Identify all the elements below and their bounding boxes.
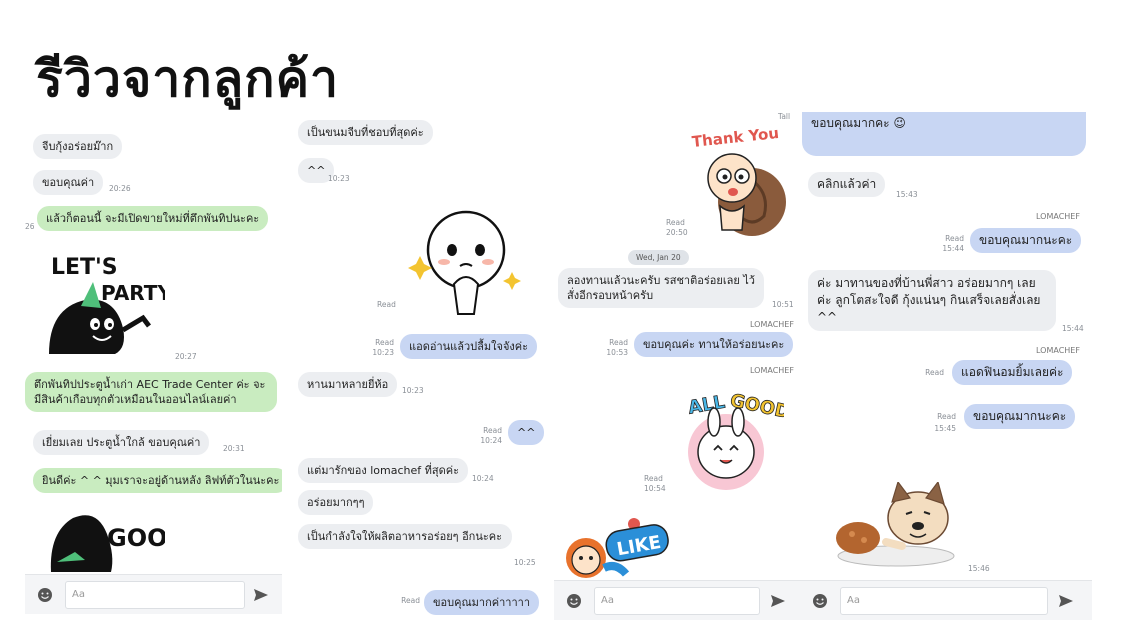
date-separator: Wed, Jan 20: [628, 250, 689, 265]
message-time: 20:31: [223, 444, 245, 453]
svg-text:PARTY: PARTY: [101, 281, 165, 305]
sticker-text: LET'S: [51, 255, 118, 280]
french-bulldog-sticker: [826, 480, 956, 570]
message-input[interactable]: Aa: [594, 587, 760, 615]
chat-panel-3: Tall Thank You Read 20:50 Wed, Jan 20 ลอ…: [554, 112, 800, 620]
message-time: 15:45: [934, 424, 956, 433]
read-status: Read: [666, 218, 685, 227]
message-bubble: คลิกแล้วค่า: [808, 172, 886, 197]
chat-panel-4: ขอบคุณมากคะ 😉 คลิกแล้วค่า 15:43 LOMACHEF…: [800, 112, 1092, 620]
message-bubble: เป็นกำลังใจให้ผลิตอาหารอร่อยๆ อีกนะคะ: [298, 524, 512, 549]
page-title: รีวิวจากลูกค้า: [36, 50, 340, 108]
message-input-bar: Aa: [800, 580, 1092, 620]
message-time: 15:44: [942, 244, 964, 253]
message-time: 10:23: [402, 386, 424, 395]
read-status: Read: [925, 368, 944, 377]
message-time: 20:27: [175, 352, 197, 361]
goo-sticker: GOO: [45, 506, 168, 572]
message-time: 10:24: [472, 474, 494, 483]
message-time: 10:23: [328, 174, 350, 183]
send-icon[interactable]: [1058, 593, 1074, 609]
chat-panel-1: จีบกุ้งอร่อยม๊าก ขอบคุณค่า 20:26 26 แล้ว…: [25, 118, 282, 614]
message-bubble: แอดฟินอมยิ้มเลยค่ะ: [952, 360, 1073, 385]
message-bubble: ขอบคุณมากนะคะ: [970, 228, 1082, 253]
emoji-icon[interactable]: [37, 587, 53, 603]
message-time: 10:23: [372, 348, 394, 357]
message-bubble: เยี่ยมเลย ประตูน้ำใกล้ ขอบคุณค่า: [33, 430, 210, 455]
emoji-icon[interactable]: [566, 593, 582, 609]
sender-name: LOMACHEF: [750, 366, 794, 375]
message-bubble: เป็นขนมจีบที่ชอบที่สุดค่ะ: [298, 120, 433, 145]
message-bubble: ตึกพันทิปประตูน้ำเก่า AEC Trade Center ค…: [25, 372, 277, 412]
message-bubble: ^^: [508, 420, 545, 445]
message-time: 10:51: [772, 300, 794, 309]
message-time: 15:43: [896, 190, 918, 199]
message-bubble: จีบกุ้งอร่อยม๊าก: [33, 134, 123, 159]
read-status: Read: [644, 474, 663, 483]
message-bubble: ขอบคุณค่า: [33, 170, 104, 195]
message-bubble: แล้วก็ตอนนี้ จะมีเปิดขายใหม่ที่ตึกพันทิป…: [37, 206, 269, 231]
message-time: 10:25: [514, 558, 536, 567]
message-bubble: แต่มารักของ lomachef ที่สุดค่ะ: [298, 458, 468, 483]
send-icon[interactable]: [770, 593, 786, 609]
message-bubble: ขอบคุณมากค่าาาาา: [424, 590, 540, 615]
sender-name: LOMACHEF: [750, 320, 794, 329]
sender-name: LOMACHEF: [1036, 212, 1080, 221]
message-bubble: อร่อยมากๆๆ: [298, 490, 374, 515]
message-bubble: ขอบคุณมากนะคะ: [964, 404, 1076, 429]
message-time: 15:44: [1062, 324, 1084, 333]
read-status: Read: [375, 338, 394, 347]
like-sticker: LIKE: [564, 512, 670, 582]
thank-you-sticker: Thank You: [690, 120, 790, 238]
read-status: Read: [401, 596, 420, 605]
sender-name: LOMACHEF: [1036, 346, 1080, 355]
read-status: Read: [945, 234, 964, 243]
lets-party-sticker: LET'S PARTY: [45, 248, 172, 358]
read-status: Read: [609, 338, 628, 347]
message-time: 20:26: [109, 184, 131, 193]
message-time: 15:46: [968, 564, 990, 573]
message-bubble: ลองทานแล้วนะครับ รสชาติอร่อยเลย ไว้สั่งอ…: [558, 268, 764, 308]
message-bubble: ขอบคุณค่ะ ทานให้อร่อยนะคะ: [634, 332, 794, 357]
message-side-label: 26: [25, 222, 35, 231]
message-input-bar: Aa: [554, 580, 800, 620]
message-bubble: ค่ะ มาทานของที่บ้านพี่สาว อร่อยมากๆ เลยค…: [808, 270, 1056, 331]
message-bubble: แอดอ่านแล้วปลื้มใจจังค่ะ: [400, 334, 538, 359]
message-time: 20:50: [666, 228, 688, 237]
read-status: Read: [377, 300, 396, 309]
svg-text:GOO: GOO: [107, 524, 165, 552]
message-time: 10:54: [644, 484, 666, 493]
message-bubble: ยินดีค่ะ ^ ^ มุมเราจะอยู่ด้านหลัง ลิฟท์ต…: [33, 468, 282, 493]
all-good-sticker: ALL GOOD!: [680, 380, 800, 492]
message-time: 10:24: [480, 436, 502, 445]
message-bubble: หานมาหลายยี่ห้อ: [298, 372, 398, 397]
message-time: 10:53: [606, 348, 628, 357]
message-input-bar: Aa: [25, 574, 282, 614]
message-bubble: ขอบคุณมากคะ 😉: [802, 112, 1086, 156]
message-input[interactable]: Aa: [840, 587, 1048, 615]
svg-text:Thank You: Thank You: [691, 124, 780, 151]
send-icon[interactable]: [253, 587, 269, 603]
emoji-icon[interactable]: [812, 593, 828, 609]
moon-face-sticker: [408, 208, 524, 318]
message-input[interactable]: Aa: [65, 581, 245, 609]
read-status: Read: [937, 412, 956, 421]
read-status: Read: [483, 426, 502, 435]
chat-panel-2: เป็นขนมจีบที่ชอบที่สุดค่ะ ^^ 10:23 Read …: [290, 112, 548, 616]
